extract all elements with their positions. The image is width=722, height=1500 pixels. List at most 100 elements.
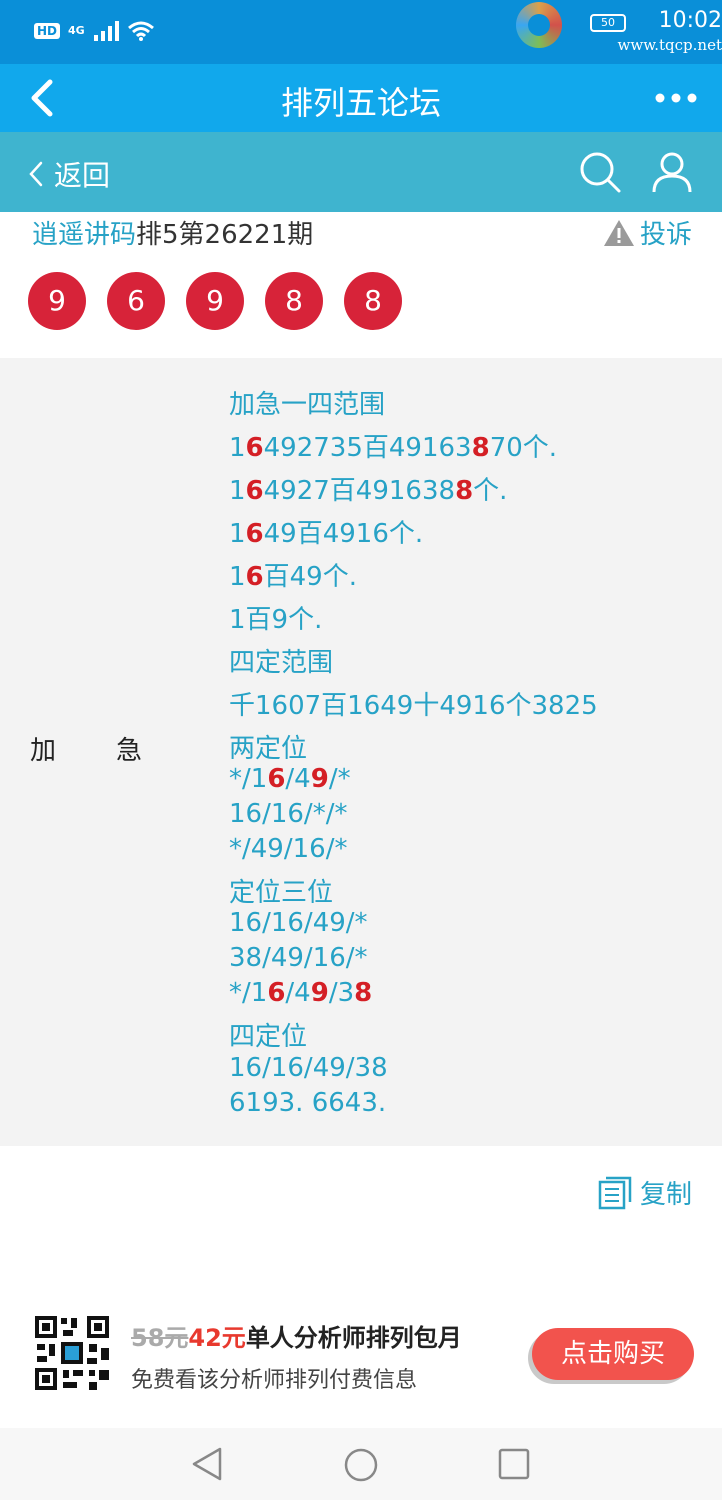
hd-badge: HD (34, 23, 61, 39)
content-line: 两定位 (229, 728, 307, 765)
copy-label: 复制 (639, 1180, 692, 1210)
line-text: 16/16/*/* (229, 799, 348, 829)
line-text: /3 (328, 978, 355, 1008)
line-text: 加急一四范围 (229, 390, 386, 420)
highlight-digit: 6 (267, 978, 286, 1008)
line-text: */1 (229, 978, 268, 1008)
highlight-digit: 6 (245, 476, 264, 506)
copy-button[interactable]: 复制 (598, 1174, 692, 1211)
content-line: */16/49/38 (229, 978, 372, 1008)
post-header: 逍遥讲码排5第26221期 投诉 (32, 214, 692, 250)
warning-icon (603, 219, 634, 246)
highlight-digit: 9 (310, 764, 329, 794)
line-text: 1 (229, 476, 246, 506)
page-title: 排列五论坛 (280, 84, 441, 122)
author-link[interactable]: 逍遥讲码 (32, 220, 136, 250)
content-line: 16492735百49163870个. (229, 427, 557, 464)
copy-icon (598, 1176, 632, 1209)
buy-button[interactable]: 点击购买 (532, 1328, 694, 1380)
line-text: 四定范围 (229, 648, 334, 678)
promo-title-text: 单人分析师排列包月 (245, 1324, 462, 1352)
signal-icon (93, 21, 119, 41)
content-line: 定位三位 (229, 872, 333, 909)
qr-code-icon (33, 1314, 111, 1392)
content-line: 1649百4916个. (229, 513, 423, 550)
line-text: 6193. 6643. (229, 1088, 387, 1118)
content-line: 四定位 (229, 1016, 307, 1053)
status-left: HD 4G (34, 20, 155, 42)
highlight-digit: 6 (267, 764, 286, 794)
line-text: 1百9个. (229, 605, 323, 635)
content-line: 16/16/49/* (229, 908, 368, 938)
line-text: 4927百491638 (263, 476, 456, 506)
content-line: 164927百4916388个. (229, 470, 507, 507)
line-text: 1 (229, 562, 246, 592)
content-line: 16/16/49/38 (229, 1053, 388, 1083)
line-text: 四定位 (229, 1022, 308, 1052)
content-line: 1百9个. (229, 599, 322, 636)
chevron-left-icon (29, 161, 43, 187)
highlight-digit: 6 (245, 433, 264, 463)
watermark-url: www.tqcp.net (617, 36, 722, 54)
more-icon[interactable] (654, 86, 698, 110)
highlight-digit: 8 (455, 476, 474, 506)
issue-title: 排5第26221期 (136, 220, 314, 250)
line-text: 38/49/16/* (229, 943, 368, 973)
content-line: 6193. 6643. (229, 1088, 386, 1118)
highlight-digit: 9 (310, 978, 329, 1008)
content-line: 四定范围 (229, 642, 333, 679)
clock: 10:02 (658, 8, 722, 33)
highlight-digit: 8 (354, 978, 373, 1008)
result-ball: 9 (186, 272, 244, 330)
status-bar: HD 4G 50 10:02 www.tqcp.net (0, 0, 722, 64)
result-ball: 6 (107, 272, 165, 330)
title-bar: 排列五论坛 (0, 64, 722, 132)
content-line: */49/16/* (229, 834, 347, 864)
line-text: 个. (473, 476, 508, 506)
network-label: 4G (68, 24, 85, 37)
post-content: 加急 加急一四范围 16492735百49163870个. 164927百49163… (0, 358, 722, 1146)
back-label: 返回 (54, 159, 111, 192)
search-icon[interactable] (578, 150, 622, 194)
content-line: 16百49个. (229, 556, 357, 593)
result-ball: 8 (265, 272, 323, 330)
content-line: */16/49/* (229, 764, 351, 794)
content-line: 加急一四范围 (229, 384, 385, 421)
nav-home-icon[interactable] (344, 1448, 378, 1482)
content-line: 38/49/16/* (229, 943, 368, 973)
line-text: */1 (229, 764, 268, 794)
wifi-icon (127, 21, 154, 41)
highlight-digit: 8 (471, 433, 490, 463)
line-text: 两定位 (229, 734, 308, 764)
line-text: */49/16/* (229, 834, 348, 864)
sub-bar: 返回 (0, 132, 722, 212)
nav-back-icon[interactable] (190, 1446, 224, 1482)
line-text: /4 (285, 978, 311, 1008)
nav-recent-icon[interactable] (498, 1448, 530, 1480)
report-button[interactable]: 投诉 (602, 214, 692, 251)
line-text: 16/16/49/38 (229, 1053, 388, 1083)
user-icon[interactable] (650, 150, 694, 194)
line-text: 49百4916个. (263, 519, 424, 549)
system-nav-bar (0, 1428, 722, 1500)
old-price: 58元 (131, 1324, 189, 1352)
line-text: 1 (229, 433, 246, 463)
line-text: /* (328, 764, 351, 794)
promo-subtitle: 免费看该分析师排列付费信息 (131, 1368, 418, 1393)
result-ball: 9 (28, 272, 86, 330)
report-label: 投诉 (639, 220, 692, 250)
line-text: 定位三位 (229, 878, 334, 908)
row-label: 加急 (30, 736, 203, 766)
result-ball: 8 (344, 272, 402, 330)
back-button[interactable]: 返回 (28, 154, 110, 194)
draw-result-balls: 9 6 9 8 8 (28, 272, 402, 330)
promo-banner: 58元42元单人分析师排列包月 免费看该分析师排列付费信息 点击购买 (0, 1300, 722, 1410)
content-line: 千1607百1649十4916个3825 (229, 685, 598, 722)
content-line: 16/16/*/* (229, 799, 347, 829)
line-text: /4 (285, 764, 311, 794)
line-text: 70个. (489, 433, 558, 463)
line-text: 百49个. (263, 562, 357, 592)
highlight-digit: 6 (245, 519, 264, 549)
promo-title: 58元42元单人分析师排列包月 (131, 1318, 462, 1353)
line-text: 492735百49163 (263, 433, 472, 463)
